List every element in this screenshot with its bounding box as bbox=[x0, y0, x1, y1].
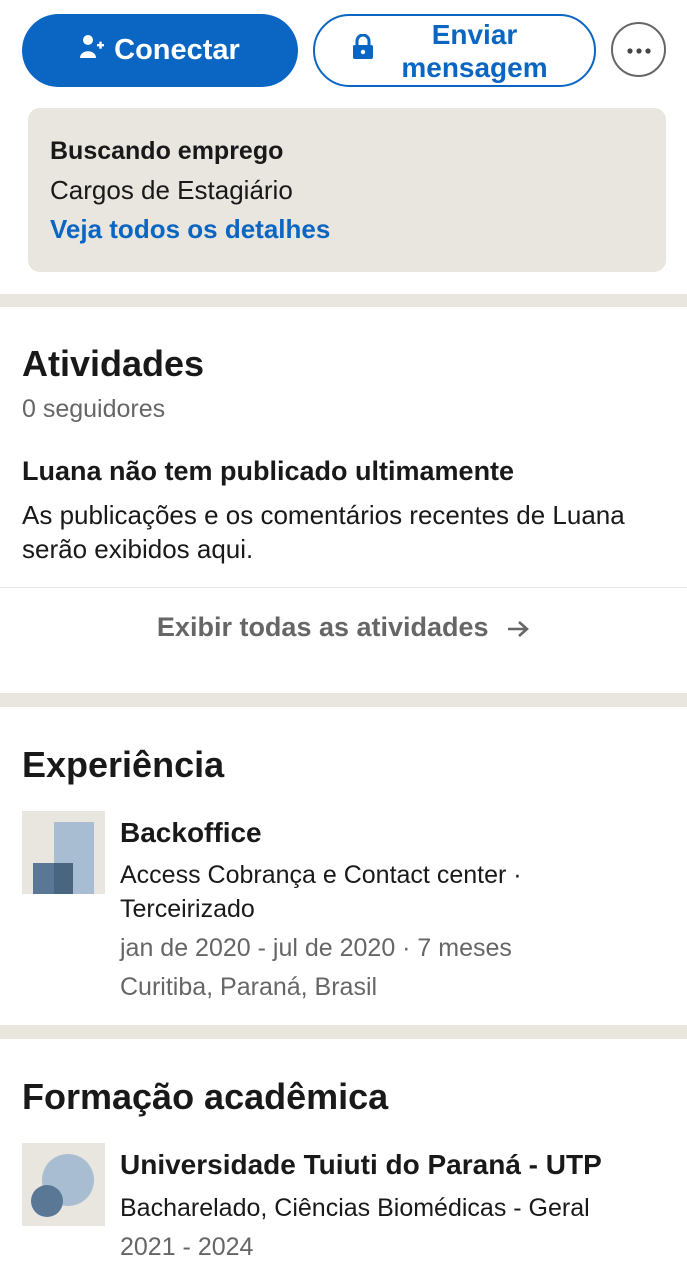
school-name[interactable]: Universidade Tuiuti do Paraná - UTP bbox=[120, 1149, 602, 1181]
arrow-right-icon bbox=[506, 612, 530, 642]
education-degree: Bacharelado, Ciências Biomédicas - Geral bbox=[120, 1194, 590, 1222]
section-divider bbox=[0, 294, 687, 307]
lock-icon bbox=[352, 33, 374, 67]
more-options-button[interactable] bbox=[611, 22, 666, 77]
open-to-work-roles: Cargos de Estagiário bbox=[50, 175, 293, 205]
connect-label: Conectar bbox=[114, 34, 240, 66]
experience-dates: jan de 2020 - jul de 2020 · 7 meses bbox=[120, 934, 512, 962]
experience-company: Access Cobrança e Contact center · Terce… bbox=[120, 861, 522, 923]
profile-actions: Conectar Enviar mensagem bbox=[22, 12, 667, 88]
activity-heading: Atividades bbox=[22, 343, 205, 384]
experience-location: Curitiba, Paraná, Brasil bbox=[120, 973, 378, 1001]
see-all-details-link[interactable]: Veja todos os detalhes bbox=[50, 214, 644, 244]
send-message-label: Enviar mensagem bbox=[401, 18, 548, 83]
experience-title[interactable]: Backoffice bbox=[120, 817, 262, 849]
education-years: 2021 - 2024 bbox=[120, 1233, 254, 1261]
connect-button[interactable]: Conectar bbox=[22, 14, 298, 87]
experience-heading: Experiência bbox=[22, 744, 225, 785]
followers-count: 0 seguidores bbox=[22, 395, 166, 423]
add-person-icon bbox=[80, 34, 105, 68]
company-placeholder-icon bbox=[22, 811, 105, 894]
activity-empty-body: As publicações e os comentários recentes… bbox=[22, 500, 625, 564]
send-message-button[interactable]: Enviar mensagem bbox=[313, 14, 596, 87]
section-divider bbox=[0, 693, 687, 707]
education-heading: Formação acadêmica bbox=[22, 1076, 389, 1117]
open-to-work-title: Buscando emprego bbox=[50, 137, 284, 165]
open-to-work-card: Buscando emprego Cargos de Estagiário Ve… bbox=[28, 108, 666, 272]
school-placeholder-icon bbox=[22, 1143, 105, 1226]
section-divider bbox=[0, 1025, 687, 1039]
activity-separator bbox=[0, 587, 687, 588]
activity-empty-title: Luana não tem publicado ultimamente bbox=[22, 456, 515, 486]
show-all-activity-link[interactable]: Exibir todas as atividades bbox=[0, 612, 687, 643]
ellipsis-icon bbox=[626, 41, 652, 59]
show-all-activity-label: Exibir todas as atividades bbox=[156, 612, 489, 642]
